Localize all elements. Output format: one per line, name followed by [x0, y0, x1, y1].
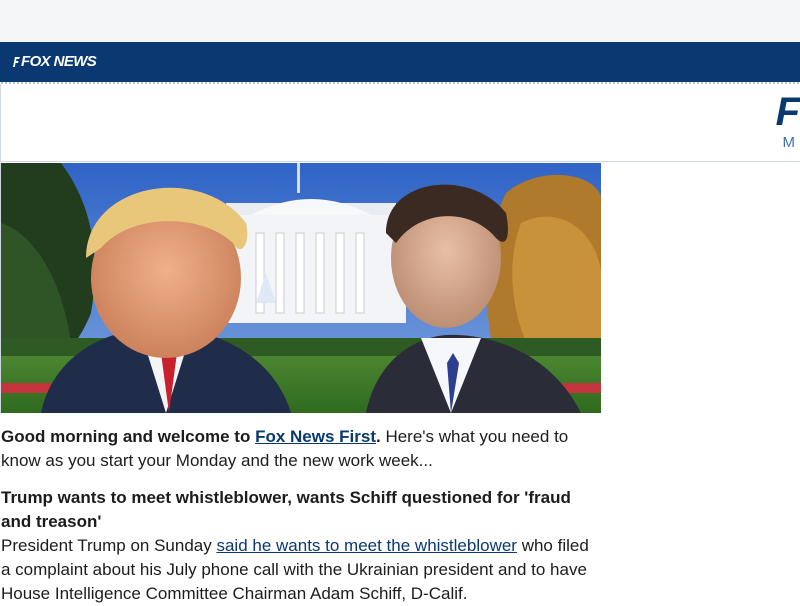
- story-headline: Trump wants to meet whistleblower, wants…: [1, 488, 571, 531]
- intro-paragraph: Good morning and welcome to Fox News Fir…: [1, 425, 601, 473]
- article-content: Good morning and welcome to Fox News Fir…: [1, 425, 601, 606]
- fox-news-logo[interactable]: FOX NEWS: [12, 53, 97, 70]
- story-body: President Trump on Sunday said he wants …: [1, 534, 601, 606]
- newsletter-masthead: F M: [0, 84, 800, 162]
- masthead-subtitle: M: [782, 134, 796, 151]
- hero-image: [0, 163, 601, 413]
- intro-lead: Good morning and welcome to: [1, 427, 256, 446]
- browser-top-strip: [0, 0, 800, 42]
- whistleblower-link[interactable]: said he wants to meet the whistleblower: [216, 536, 517, 555]
- fox-news-first-link[interactable]: Fox News First: [255, 427, 376, 446]
- hero-photo-collage: [1, 163, 601, 413]
- story-body-start: President Trump on Sunday: [1, 536, 217, 555]
- masthead-title: F: [775, 90, 800, 134]
- fox-news-header-bar: FOX NEWS: [0, 42, 800, 84]
- logo-text: FOX NEWS: [21, 53, 97, 70]
- fox-flag-icon: [13, 57, 20, 67]
